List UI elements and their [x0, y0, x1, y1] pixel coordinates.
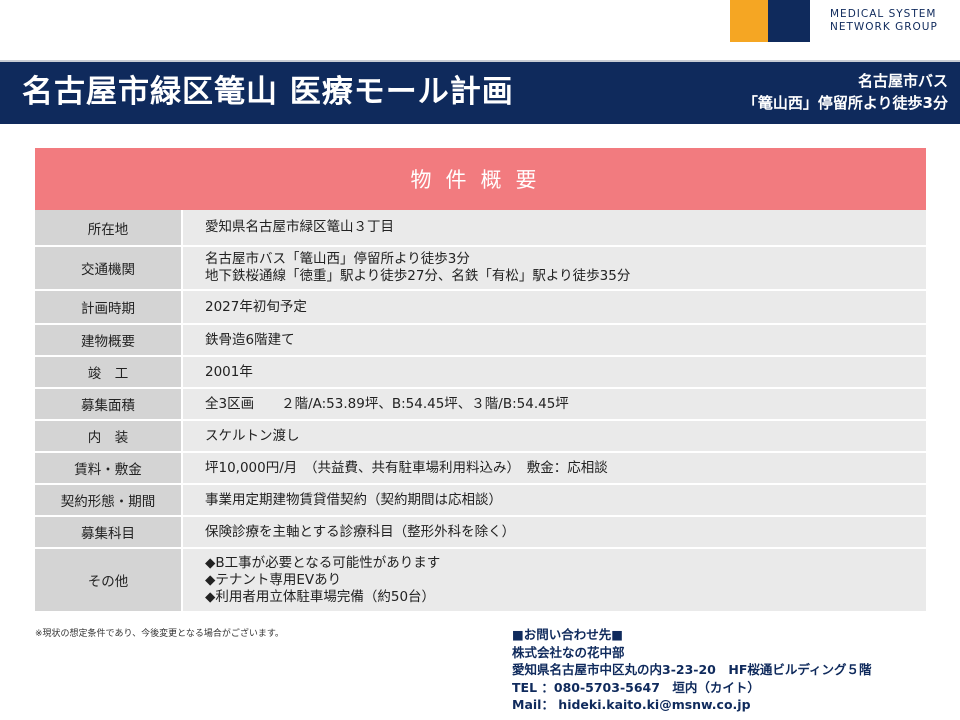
row-value: 2027年初旬予定 [182, 290, 926, 325]
contact-address: 愛知県名古屋市中区丸の内3-23-20 HF桜通ビルディング５階 [512, 662, 872, 677]
row-label: その他 [35, 548, 183, 613]
row-label: 交通機関 [35, 246, 183, 291]
row-value: 名古屋市バス「篭山西」停留所より徒歩3分 地下鉄桜通線「徳重」駅より徒歩27分、名… [182, 246, 926, 291]
row-value: 愛知県名古屋市緑区篭山３丁目 [182, 210, 926, 247]
row-label: 竣 工 [35, 356, 183, 389]
row-value-line: 2027年初旬予定 [205, 298, 307, 315]
contact-company: 株式会社なの花中部 [512, 644, 625, 660]
property-table: 所在地 愛知県名古屋市緑区篭山３丁目 交通機関 名古屋市バス「篭山西」停留所より徒歩3… [35, 210, 926, 613]
row-label: 賃料・敷金 [35, 452, 183, 485]
row-value: 2001年 [182, 356, 926, 389]
table-row: 内 装 スケルトン渡し [35, 420, 926, 453]
row-value: スケルトン渡し [182, 420, 926, 453]
row-value-line: 名古屋市バス「篭山西」停留所より徒歩3分 [205, 251, 470, 267]
disclaimer-note: ※現状の想定条件であり、今後変更となる場合がございます。 [35, 629, 284, 639]
table-row: 計画時期 2027年初旬予定 [35, 290, 926, 325]
row-value: ◆B工事が必要となる可能性があります ◆テナント専用EVあり ◆利用者用立体駐車場完… [182, 548, 926, 613]
table-row: 建物概要 鉄骨造6階建て [35, 324, 926, 357]
access-subtitle-line-1: 名古屋市バス [857, 72, 948, 90]
row-value-line: 坪10,000円/月 （共益費、共有駐車場利用料込み） 敷金：応相談 [205, 459, 608, 476]
logo-line-2: NETWORK GROUP [830, 21, 938, 33]
row-value: 保険診療を主軸とする診療科目（整形外科を除く） [182, 516, 926, 549]
logo-navy-block [768, 0, 810, 42]
table-row: 賃料・敷金 坪10,000円/月 （共益費、共有駐車場利用料込み） 敷金：応相談 [35, 452, 926, 485]
page-title: 名古屋市緑区篭山 医療モール計画 [22, 74, 514, 110]
title-bar: 名古屋市緑区篭山 医療モール計画 名古屋市バス 「篭山西」停留所より徒歩3分 [0, 60, 960, 124]
row-value-line: ◆B工事が必要となる可能性があります [205, 554, 441, 571]
row-value-line: 全3区画 ２階/A:53.89坪、B:54.45坪、３階/B:54.45坪 [205, 395, 569, 412]
row-label: 計画時期 [35, 290, 183, 325]
row-value: 全3区画 ２階/A:53.89坪、B:54.45坪、３階/B:54.45坪 [182, 388, 926, 421]
table-row: その他 ◆B工事が必要となる可能性があります ◆テナント専用EVあり ◆利用者用立体駐… [35, 548, 926, 613]
property-summary: 物件概要 所在地 愛知県名古屋市緑区篭山３丁目 交通機関 名古屋市バス「篭山西」停留所… [35, 148, 926, 613]
row-label: 建物概要 [35, 324, 183, 357]
row-value-line: 鉄骨造6階建て [205, 331, 295, 348]
table-row: 契約形態・期間 事業用定期建物賃貸借契約（契約期間は応相談） [35, 484, 926, 517]
table-row: 所在地 愛知県名古屋市緑区篭山３丁目 [35, 210, 926, 247]
row-label: 募集面積 [35, 388, 183, 421]
contact-heading: ■お問い合わせ先■ [512, 627, 624, 642]
company-logo: MEDICAL SYSTEM NETWORK GROUP [730, 0, 960, 42]
table-row: 交通機関 名古屋市バス「篭山西」停留所より徒歩3分 地下鉄桜通線「徳重」駅より徒歩2… [35, 246, 926, 291]
row-value-line: 保険診療を主軸とする診療科目（整形外科を除く） [205, 523, 516, 540]
access-subtitle-line-2: 「篭山西」停留所より徒歩3分 [742, 94, 948, 112]
access-subtitle: 名古屋市バス 「篭山西」停留所より徒歩3分 [743, 70, 948, 114]
logo-text: MEDICAL SYSTEM NETWORK GROUP [830, 8, 938, 34]
logo-line-1: MEDICAL SYSTEM [830, 8, 937, 20]
row-value-line: 愛知県名古屋市緑区篭山３丁目 [205, 219, 394, 235]
row-value-line: ◆利用者用立体駐車場完備（約50台） [205, 588, 436, 605]
row-value: 坪10,000円/月 （共益費、共有駐車場利用料込み） 敷金：応相談 [182, 452, 926, 485]
contact-tel: TEL ：080-5703-5647 垣内（カイト） [512, 679, 760, 695]
row-value: 事業用定期建物賃貸借契約（契約期間は応相談） [182, 484, 926, 517]
row-label: 契約形態・期間 [35, 484, 183, 517]
row-label: 募集科目 [35, 516, 183, 549]
logo-orange-block [730, 0, 768, 42]
row-label: 内 装 [35, 420, 183, 453]
row-value-line: 事業用定期建物賃貸借契約（契約期間は応相談） [205, 491, 502, 508]
property-summary-heading: 物件概要 [35, 148, 926, 210]
table-row: 募集面積 全3区画 ２階/A:53.89坪、B:54.45坪、３階/B:54.45… [35, 388, 926, 421]
row-value-line: ◆テナント専用EVあり [205, 571, 342, 588]
row-value-line: スケルトン渡し [205, 427, 300, 444]
row-value-line: 2001年 [205, 363, 253, 380]
table-row: 竣 工 2001年 [35, 356, 926, 389]
contact-block: ■お問い合わせ先■ 株式会社なの花中部 愛知県名古屋市中区丸の内3-23-20 … [512, 626, 872, 714]
table-row: 募集科目 保険診療を主軸とする診療科目（整形外科を除く） [35, 516, 926, 549]
row-label: 所在地 [35, 210, 183, 247]
row-value: 鉄骨造6階建て [182, 324, 926, 357]
row-value-line: 地下鉄桜通線「徳重」駅より徒歩27分、名鉄「有松」駅より徒歩35分 [205, 268, 631, 284]
contact-mail: Mail： hideki.kaito.ki@msnw.co.jp [512, 697, 751, 712]
